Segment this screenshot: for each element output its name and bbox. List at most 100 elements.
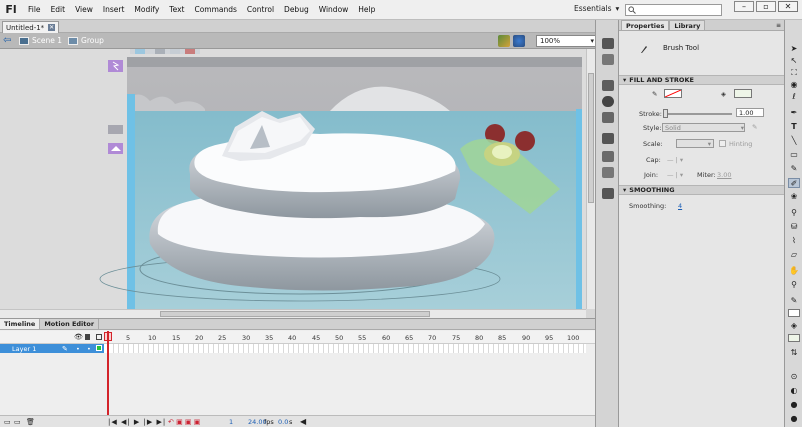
fill-color-tool-icon[interactable]: ◈ [788,321,800,331]
pen-tool-icon[interactable]: ✒ [788,108,800,118]
menu-edit[interactable]: Edit [51,5,66,14]
rectangle-tool-icon[interactable]: ▭ [788,150,800,160]
menu-text[interactable]: Text [169,5,184,14]
back-arrow-icon[interactable]: ⇦ [3,35,13,46]
workspace-switcher[interactable]: Essentials ▾ [574,4,619,13]
menu-commands[interactable]: Commands [194,5,236,14]
paint-bucket-tool-icon[interactable]: ⛁ [788,222,800,232]
playback-controls[interactable]: |◀ ◀| ▶ |▶ ▶| [108,418,166,426]
deco-tool-icon[interactable]: ❀ [788,192,800,202]
stroke-slider-track[interactable] [664,113,732,115]
join-select[interactable]: — | ▾ [667,171,683,179]
edit-scene-icon[interactable] [498,35,510,47]
maximize-button[interactable]: ▫ [756,1,776,12]
swap-colors-icon[interactable]: ⇅ [788,348,800,358]
selection-tool-icon[interactable]: ➤ [788,44,800,54]
section-fill-stroke[interactable]: ▾ FILL AND STROKE [619,75,784,85]
scroll-thumb[interactable] [160,311,430,317]
stroke-value-field[interactable]: 1.00 [736,108,764,117]
stroke-color-chip[interactable] [788,309,800,317]
breadcrumb-scene[interactable]: Scene 1 [19,36,62,45]
fill-color-swatch[interactable] [734,89,752,98]
pencil-tool-icon[interactable]: ✎ [788,164,800,174]
zoom-tool-icon[interactable]: ⚲ [788,280,800,290]
info-icon[interactable] [602,96,614,107]
current-frame[interactable]: 1 [229,418,233,426]
swatches-icon[interactable] [602,54,614,65]
edit-symbol-icon[interactable] [513,35,525,47]
zoom-select[interactable]: 100% ▾ [536,35,598,47]
eye-icon[interactable]: 👁 [74,333,83,341]
snap-icon[interactable]: ⊙ [788,372,800,382]
document-tab[interactable]: Untitled-1* ✕ [2,21,60,33]
stage-vertical-scrollbar[interactable] [586,49,595,309]
cap-select[interactable]: — | ▾ [667,156,683,164]
text-tool-icon[interactable]: T [788,122,800,132]
menu-modify[interactable]: Modify [134,5,159,14]
layer-cell[interactable]: Layer 1 ✎ • • [0,344,104,353]
playhead[interactable] [107,331,109,415]
motion-presets-icon[interactable] [602,167,614,178]
stage-canvas[interactable] [0,49,595,309]
section-smoothing[interactable]: ▾ SMOOTHING [619,185,784,195]
menu-file[interactable]: File [28,5,41,14]
onion-skin-icons[interactable]: ↶ ▣ ▣ ▣ [168,418,200,426]
new-folder-icon[interactable]: ▭ [14,418,21,426]
history-icon[interactable] [602,188,614,199]
menu-debug[interactable]: Debug [284,5,309,14]
menu-insert[interactable]: Insert [103,5,125,14]
tab-motion-editor[interactable]: Motion Editor [40,319,100,329]
eraser-tool-icon[interactable]: ▱ [788,250,800,260]
fill-color-chip[interactable] [788,334,800,342]
stroke-slider-handle[interactable] [663,109,668,118]
hinting-checkbox[interactable] [719,140,726,147]
scale-select[interactable]: ▾ [676,139,714,148]
stroke-color-swatch[interactable] [664,89,682,98]
visibility-dot[interactable]: • [76,345,80,353]
outline-icon[interactable] [96,334,102,340]
align-icon[interactable] [602,80,614,91]
eyedropper-tool-icon[interactable]: ⌇ [788,236,800,246]
bone-tool-icon[interactable]: ⚲ [788,208,800,218]
menu-view[interactable]: View [75,5,93,14]
breadcrumb-group[interactable]: Group [68,36,104,45]
lock-icon[interactable] [85,334,90,340]
style-select[interactable]: Solid ▾ [662,123,745,132]
3d-rotation-tool-icon[interactable]: ◉ [788,80,800,90]
miter-value[interactable]: 3.00 [717,171,731,179]
brush-tool-icon[interactable]: ✐ [788,178,800,188]
menu-control[interactable]: Control [247,5,274,14]
tab-properties[interactable]: Properties [621,20,670,30]
line-tool-icon[interactable]: ╲ [788,136,800,146]
scroll-thumb[interactable] [588,73,594,203]
subselection-tool-icon[interactable]: ↖ [788,56,800,66]
components-icon[interactable] [602,151,614,162]
stage-area[interactable] [0,49,595,309]
tab-timeline[interactable]: Timeline [0,319,41,329]
hand-tool-icon[interactable]: ✋ [788,266,800,276]
transform-icon[interactable] [602,112,614,123]
code-snippets-icon[interactable] [602,133,614,144]
stroke-color-tool-icon[interactable]: ✎ [788,296,800,306]
panel-menu-icon[interactable]: ≡ [776,22,781,29]
stage-horizontal-scrollbar[interactable] [0,309,586,318]
close-button[interactable]: ✕ [778,1,798,12]
brush-shape-icon[interactable]: ● [788,414,800,424]
scroll-left-icon[interactable]: ◀ [300,417,306,426]
smoothing-value[interactable]: 4 [678,202,682,210]
new-layer-icon[interactable]: ▭ [4,418,11,426]
brush-mode-icon[interactable]: ◐ [788,386,800,396]
edit-stroke-style-icon[interactable]: ✎ [752,123,757,131]
tab-library[interactable]: Library [669,20,706,30]
free-transform-tool-icon[interactable]: ⛶ [788,68,800,78]
menu-help[interactable]: Help [358,5,375,14]
minimize-button[interactable]: – [734,1,754,12]
help-search-input[interactable] [625,4,722,16]
lock-dot[interactable]: • [87,345,91,353]
color-icon[interactable] [602,38,614,49]
frames-strip[interactable] [104,344,586,353]
delete-icon[interactable]: 🗑 [26,418,35,426]
close-tab-icon[interactable]: ✕ [48,24,56,31]
layer-row[interactable]: Layer 1 ✎ • • [0,344,595,353]
outline-swatch[interactable] [96,345,102,351]
